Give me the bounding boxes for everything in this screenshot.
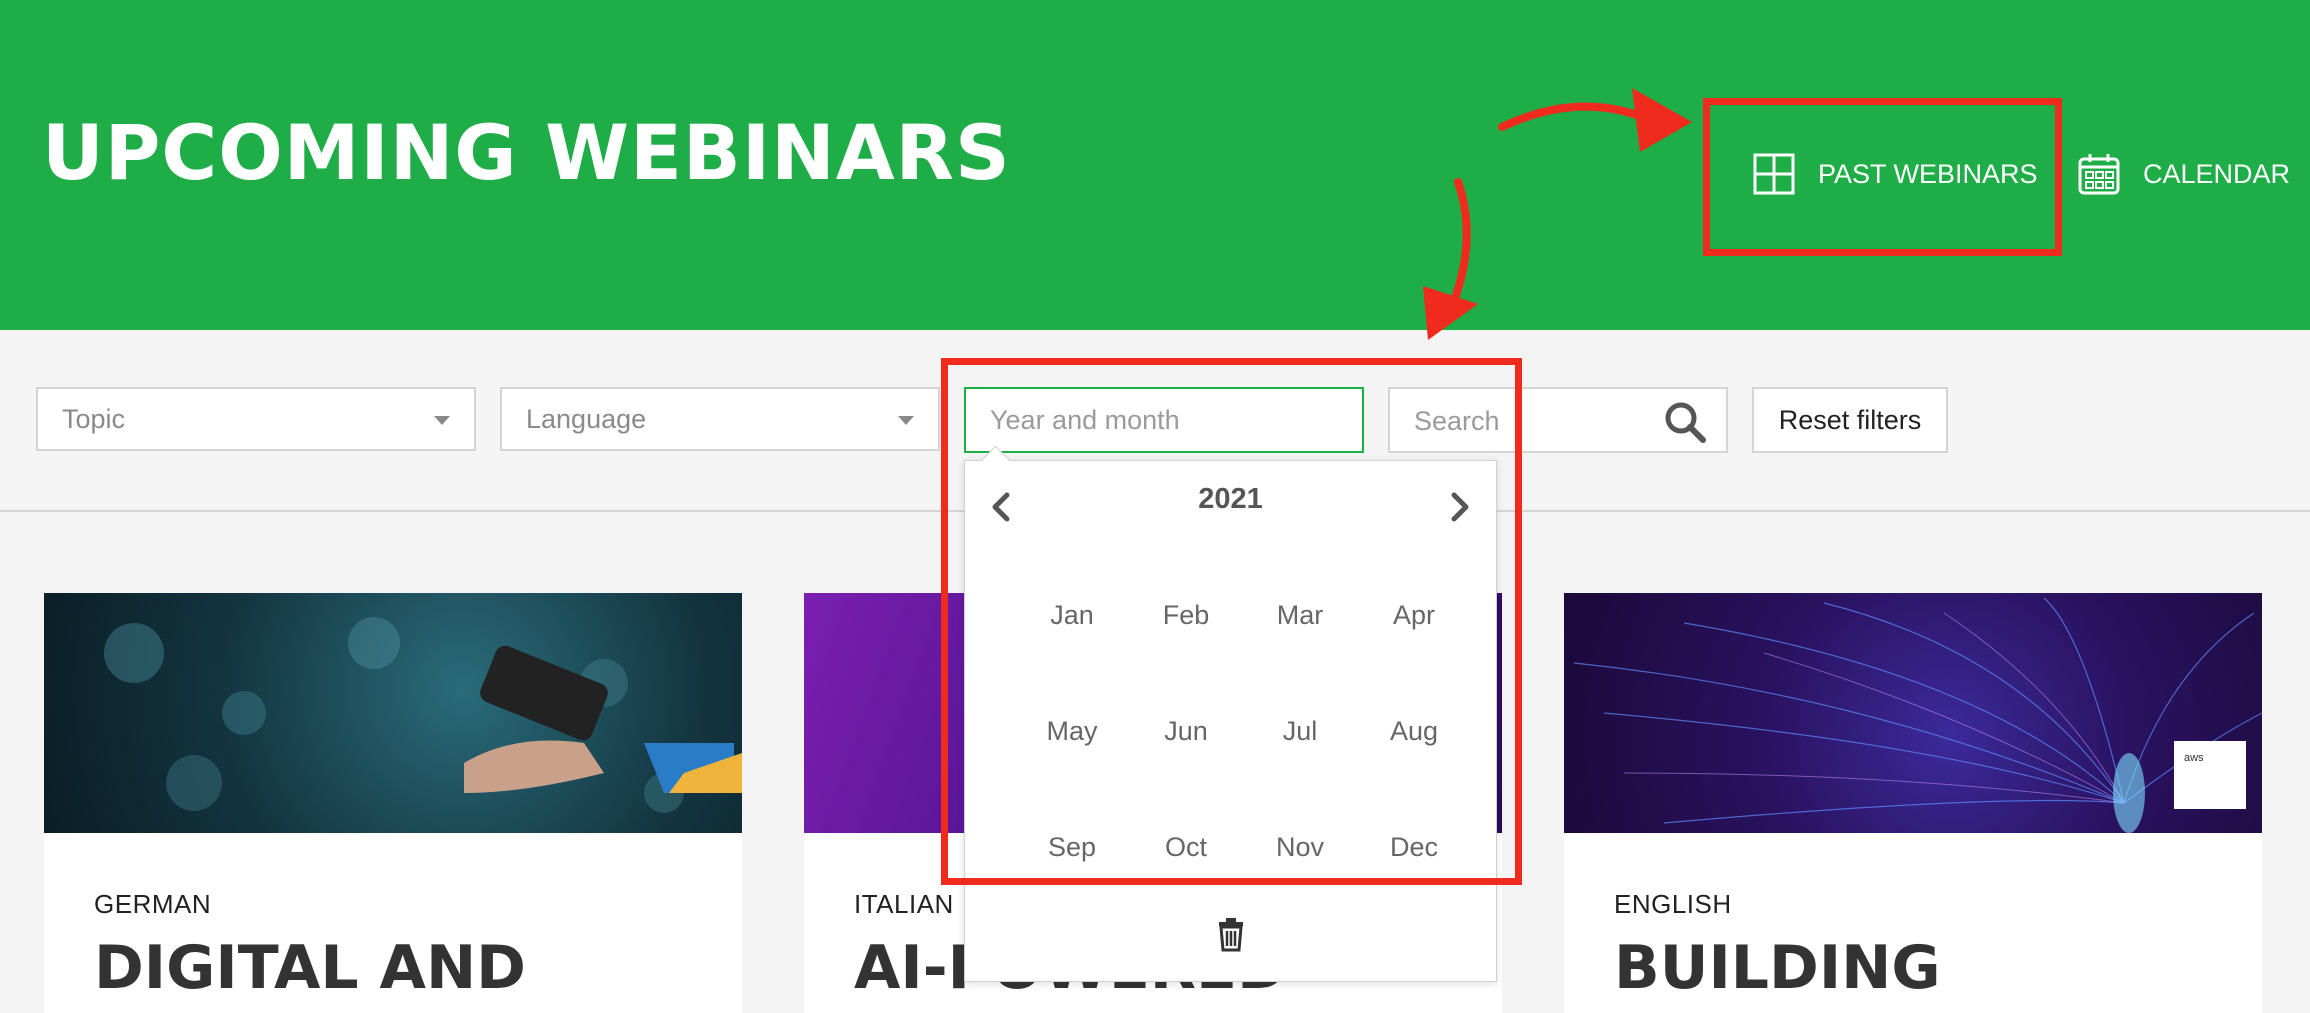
card-title: DIGITAL AND (94, 933, 526, 1003)
topic-select-label: Topic (62, 403, 126, 434)
card-image-art: aws (1573, 597, 2262, 833)
annotation-highlight-month-picker (941, 358, 1522, 885)
calendar-icon (2078, 154, 2120, 195)
language-select-label: Language (526, 403, 647, 434)
webinar-card[interactable]: aws ENGLISH BUILDING (1564, 593, 2262, 1013)
webinar-card[interactable]: GERMAN DIGITAL AND (44, 593, 742, 1013)
chevron-down-icon (898, 416, 914, 425)
search-icon[interactable] (1662, 399, 1708, 445)
language-select[interactable]: Language (500, 387, 940, 451)
card-image-art (104, 617, 742, 813)
annotation-highlight-past-webinars (1703, 98, 2062, 256)
card-language: ENGLISH (1614, 889, 1732, 919)
card-image (44, 593, 742, 833)
card-title: BUILDING (1614, 933, 1941, 1003)
reset-filters-button[interactable]: Reset filters (1752, 387, 1948, 453)
chevron-down-icon (434, 416, 450, 425)
card-image: aws (1564, 593, 2262, 833)
topic-select[interactable]: Topic (36, 387, 476, 451)
svg-text:aws: aws (2184, 752, 2204, 764)
page-title: UPCOMING WEBINARS (42, 108, 1011, 197)
calendar-label: CALENDAR (2143, 158, 2291, 189)
card-language: ITALIAN (854, 889, 954, 919)
calendar-link[interactable]: CALENDAR (2077, 150, 2290, 198)
card-language: GERMAN (94, 889, 212, 919)
trash-icon[interactable] (1215, 916, 1247, 952)
